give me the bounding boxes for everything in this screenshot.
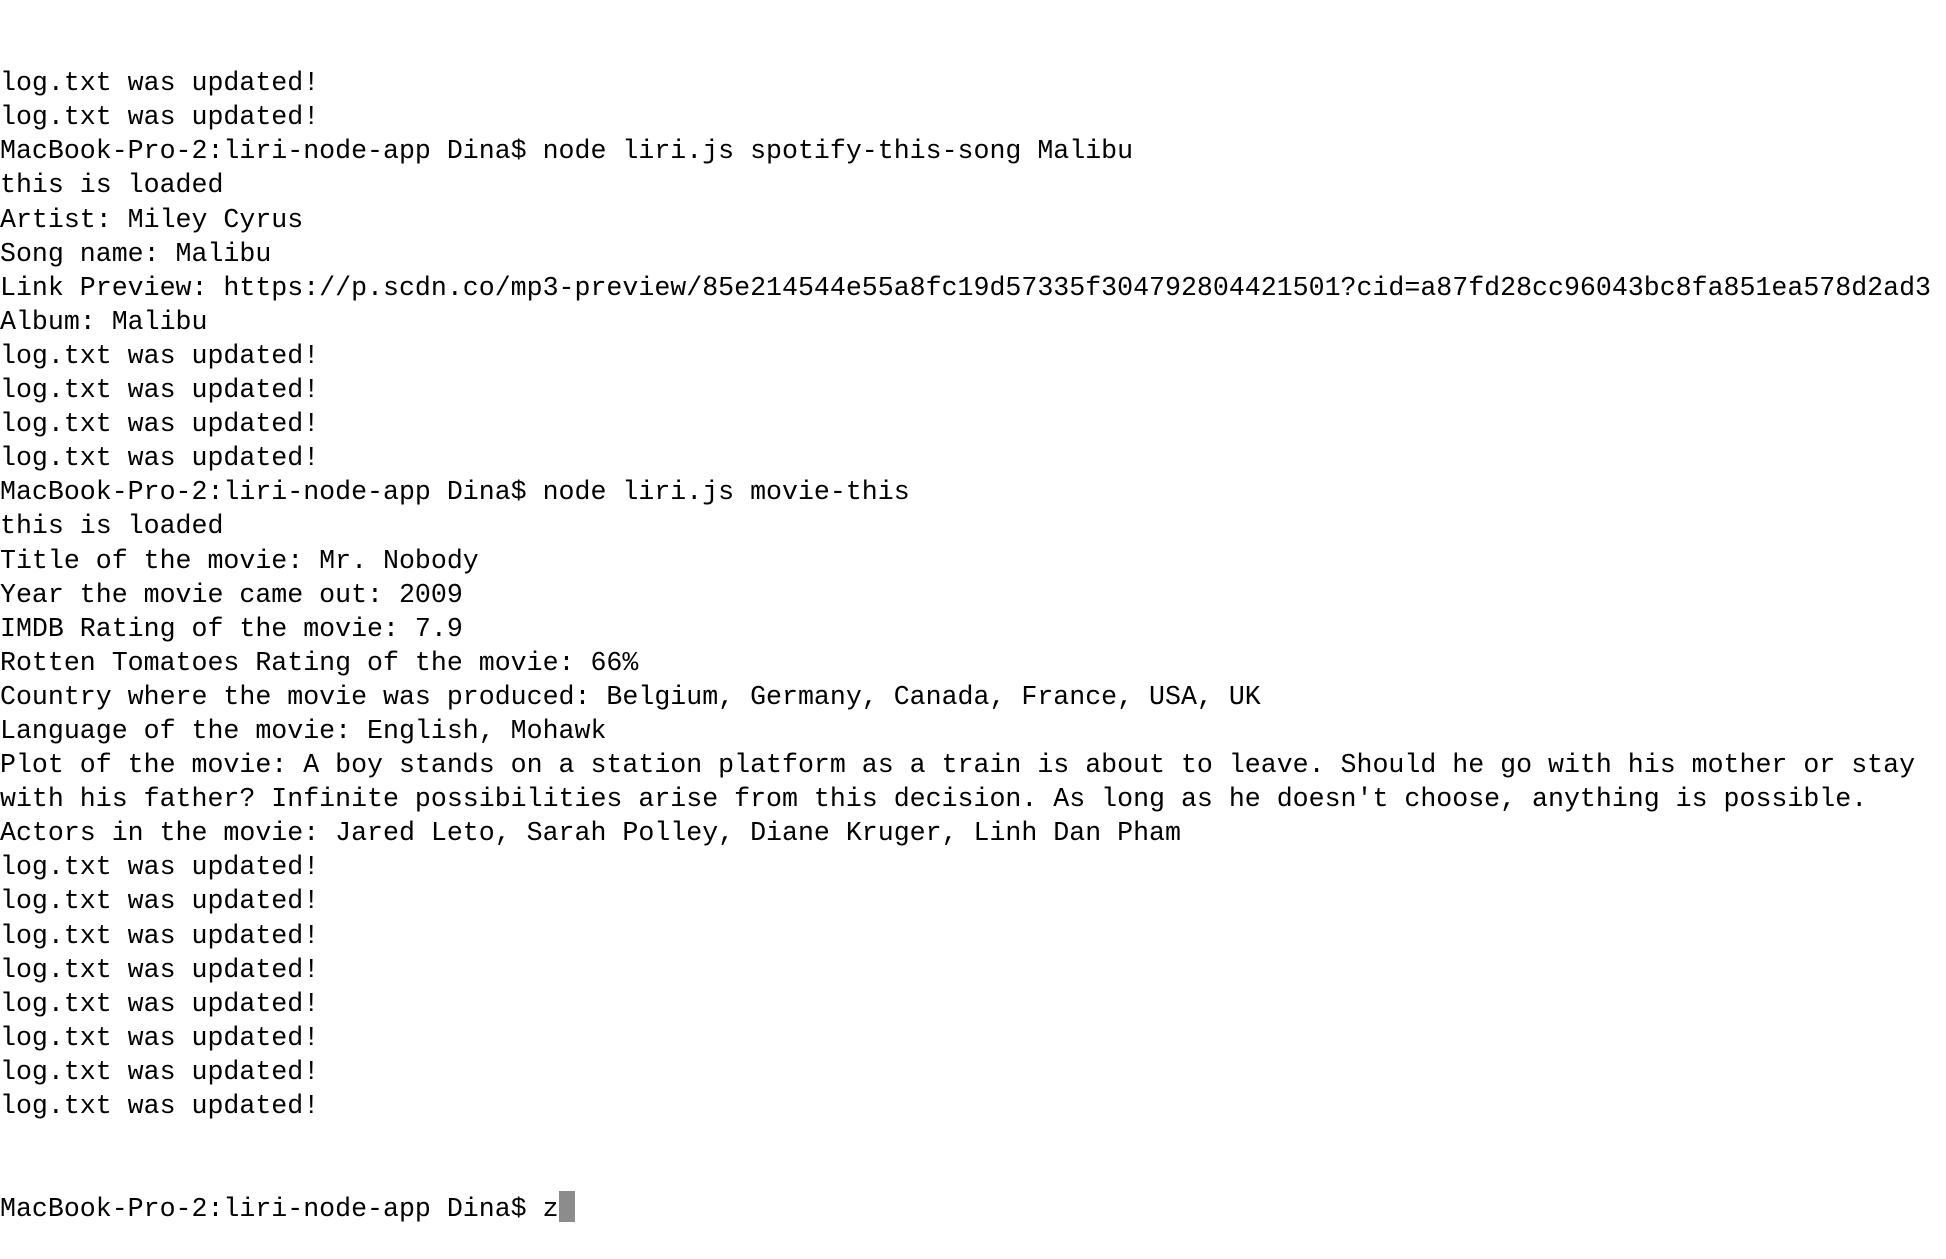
- output-line: log.txt was updated!: [0, 852, 320, 883]
- output-line: IMDB Rating of the movie: 7.9: [0, 613, 463, 644]
- output-line: MacBook-Pro-2:liri-node-app Dina$ node l…: [0, 136, 1134, 167]
- output-line: this is loaded: [0, 170, 224, 201]
- output-line: Link Preview: https://p.scdn.co/mp3-prev…: [0, 272, 1932, 303]
- output-line: Actors in the movie: Jared Leto, Sarah P…: [0, 818, 1181, 849]
- output-line: this is loaded: [0, 511, 224, 542]
- output-line: log.txt was updated!: [0, 1056, 320, 1087]
- output-line: log.txt was updated!: [0, 1022, 320, 1053]
- output-line: log.txt was updated!: [0, 340, 320, 371]
- output-line: log.txt was updated!: [0, 102, 320, 133]
- output-line: log.txt was updated!: [0, 920, 320, 951]
- output-line: log.txt was updated!: [0, 443, 320, 474]
- output-line: with his father? Infinite possibilities …: [0, 784, 1868, 815]
- terminal-output[interactable]: log.txt was updated! log.txt was updated!…: [0, 0, 1946, 1259]
- output-line: log.txt was updated!: [0, 886, 320, 917]
- output-line: log.txt was updated!: [0, 409, 320, 440]
- output-line: Song name: Malibu: [0, 238, 272, 269]
- output-line: Language of the movie: English, Mohawk: [0, 715, 607, 746]
- output-line: Artist: Miley Cyrus: [0, 204, 304, 235]
- output-line: Year the movie came out: 2009: [0, 579, 463, 610]
- output-line: Country where the movie was produced: Be…: [0, 681, 1261, 712]
- output-line: log.txt was updated!: [0, 375, 320, 406]
- command-input[interactable]: z: [543, 1194, 559, 1224]
- output-line: log.txt was updated!: [0, 954, 320, 985]
- output-line: log.txt was updated!: [0, 1091, 320, 1121]
- prompt: MacBook-Pro-2:liri-node-app Dina$: [0, 1194, 543, 1225]
- output-line: log.txt was updated!: [0, 988, 320, 1019]
- prompt-line[interactable]: MacBook-Pro-2:liri-node-app Dina$ z: [0, 1191, 1946, 1225]
- terminal-lines: log.txt was updated! log.txt was updated!…: [0, 66, 1946, 1123]
- cursor: [558, 1191, 575, 1223]
- output-line: Rotten Tomatoes Rating of the movie: 66%: [0, 647, 639, 678]
- output-line: log.txt was updated!: [0, 68, 320, 99]
- output-line: Title of the movie: Mr. Nobody: [0, 545, 479, 576]
- output-line: Album: Malibu: [0, 306, 208, 337]
- output-line: MacBook-Pro-2:liri-node-app Dina$ node l…: [0, 477, 910, 508]
- output-line: Plot of the movie: A boy stands on a sta…: [0, 750, 1916, 781]
